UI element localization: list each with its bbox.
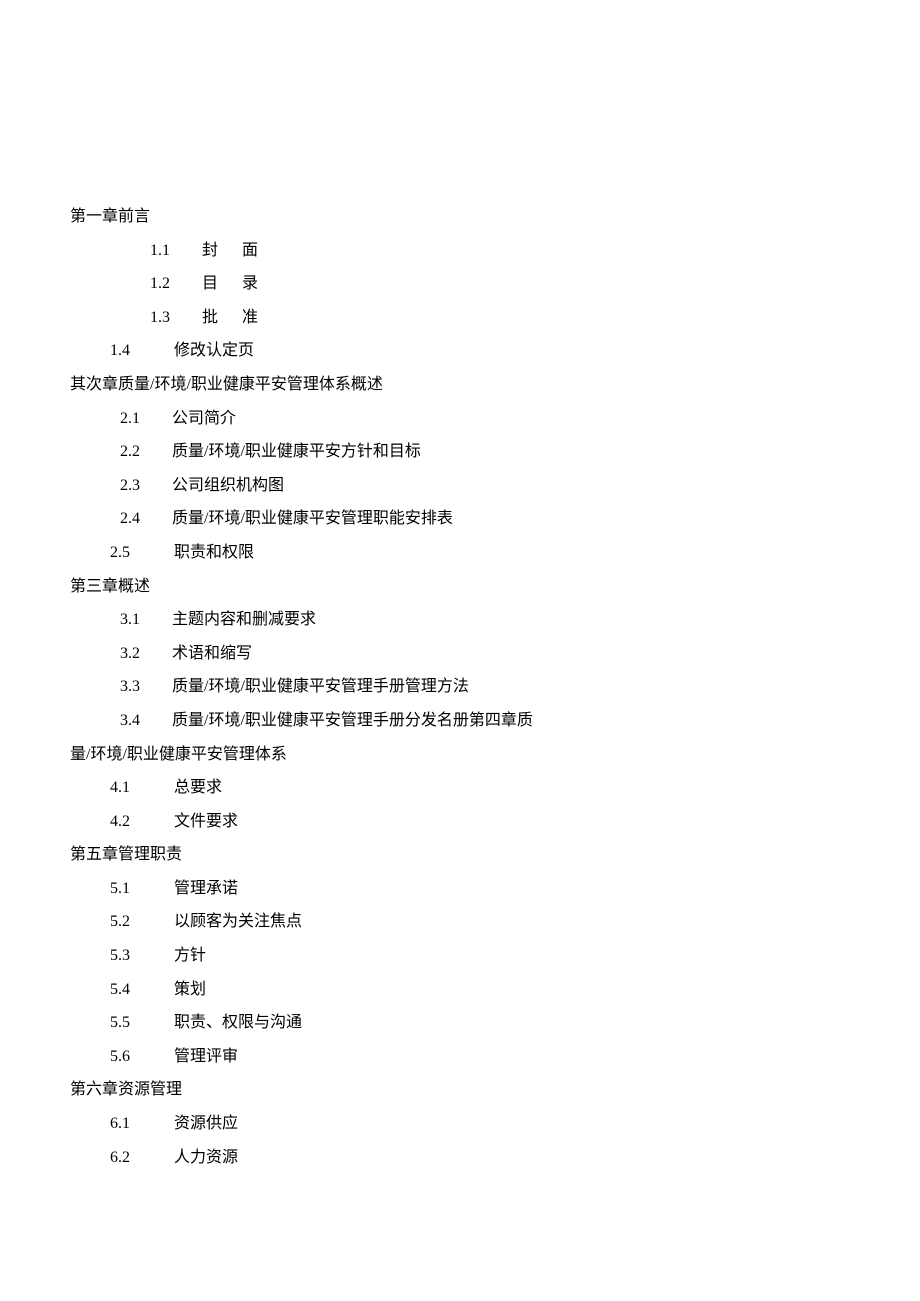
toc-item: 6.2 人力资源 xyxy=(70,1141,850,1175)
toc-item: 5.5 职责、权限与沟通 xyxy=(70,1006,850,1040)
item-text: 质量/环境/职业健康平安管理手册管理方法 xyxy=(172,678,469,695)
item-number: 3.2 xyxy=(120,637,160,671)
item-number: 2.3 xyxy=(120,469,160,503)
item-number: 5.3 xyxy=(110,939,150,973)
item-text: 主题内容和删减要求 xyxy=(172,611,316,628)
toc-item: 2.2 质量/环境/职业健康平安方针和目标 xyxy=(70,435,850,469)
item-text: 管理承诺 xyxy=(174,880,238,897)
item-text: 公司组织机构图 xyxy=(172,477,284,494)
document-page: 第一章前言 1.1 封面 1.2 目录 1.3 批准 1.4 修改认定页 其次章质量/环… xyxy=(0,0,920,1234)
item-text: 质量/环境/职业健康平安管理职能安排表 xyxy=(172,510,453,527)
item-text: 公司简介 xyxy=(172,410,236,427)
toc-item: 2.4 质量/环境/职业健康平安管理职能安排表 xyxy=(70,502,850,536)
item-text: 文件要求 xyxy=(174,813,238,830)
toc-item: 3.1 主题内容和删减要求 xyxy=(70,603,850,637)
item-number: 4.2 xyxy=(110,805,150,839)
toc-item: 2.5 职责和权限 xyxy=(70,536,850,570)
item-number: 4.1 xyxy=(110,771,150,805)
item-text: 目录 xyxy=(202,275,282,292)
toc-item: 5.1 管理承诺 xyxy=(70,872,850,906)
item-number: 1.4 xyxy=(110,334,150,368)
item-text: 管理评审 xyxy=(174,1048,238,1065)
toc-item: 1.4 修改认定页 xyxy=(70,334,850,368)
toc-item: 5.3 方针 xyxy=(70,939,850,973)
toc-item: 1.2 目录 xyxy=(70,267,850,301)
item-text: 术语和缩写 xyxy=(172,645,252,662)
toc-item: 2.1 公司简介 xyxy=(70,402,850,436)
toc-item: 6.1 资源供应 xyxy=(70,1107,850,1141)
item-number: 5.5 xyxy=(110,1006,150,1040)
item-number: 1.3 xyxy=(150,301,190,335)
chapter-heading: 其次章质量/环境/职业健康平安管理体系概述 xyxy=(70,368,850,402)
toc-item: 3.4 质量/环境/职业健康平安管理手册分发名册第四章质 xyxy=(70,704,850,738)
chapter-heading: 第五章管理职责 xyxy=(70,838,850,872)
toc-item: 4.1 总要求 xyxy=(70,771,850,805)
item-number: 2.4 xyxy=(120,502,160,536)
chapter-heading: 第三章概述 xyxy=(70,570,850,604)
item-number: 2.5 xyxy=(110,536,150,570)
chapter-heading: 第一章前言 xyxy=(70,200,850,234)
item-text: 修改认定页 xyxy=(174,342,254,359)
toc-item: 2.3 公司组织机构图 xyxy=(70,469,850,503)
item-text: 封面 xyxy=(202,242,282,259)
item-number: 5.1 xyxy=(110,872,150,906)
item-number: 3.1 xyxy=(120,603,160,637)
toc-item: 1.1 封面 xyxy=(70,234,850,268)
item-number: 3.4 xyxy=(120,704,160,738)
item-text: 质量/环境/职业健康平安管理手册分发名册第四章质 xyxy=(172,712,533,729)
item-number: 3.3 xyxy=(120,670,160,704)
item-text: 以顾客为关注焦点 xyxy=(174,913,302,930)
toc-item: 4.2 文件要求 xyxy=(70,805,850,839)
item-text: 职责和权限 xyxy=(174,544,254,561)
toc-item: 5.4 策划 xyxy=(70,973,850,1007)
toc-item: 1.3 批准 xyxy=(70,301,850,335)
item-text: 质量/环境/职业健康平安方针和目标 xyxy=(172,443,421,460)
item-number: 1.2 xyxy=(150,267,190,301)
item-number: 5.2 xyxy=(110,905,150,939)
item-text: 方针 xyxy=(174,947,206,964)
item-text: 资源供应 xyxy=(174,1115,238,1132)
chapter-heading: 第六章资源管理 xyxy=(70,1073,850,1107)
item-number: 1.1 xyxy=(150,234,190,268)
toc-item: 3.3 质量/环境/职业健康平安管理手册管理方法 xyxy=(70,670,850,704)
item-text: 人力资源 xyxy=(174,1149,238,1166)
item-text: 策划 xyxy=(174,981,206,998)
item-number: 6.1 xyxy=(110,1107,150,1141)
item-number: 2.2 xyxy=(120,435,160,469)
item-number: 5.6 xyxy=(110,1040,150,1074)
item-text: 批准 xyxy=(202,309,282,326)
item-text: 职责、权限与沟通 xyxy=(174,1014,302,1031)
item-text: 总要求 xyxy=(174,779,222,796)
item-number: 2.1 xyxy=(120,402,160,436)
chapter-heading-continuation: 量/环境/职业健康平安管理体系 xyxy=(70,738,850,772)
toc-item: 3.2 术语和缩写 xyxy=(70,637,850,671)
toc-item: 5.6 管理评审 xyxy=(70,1040,850,1074)
item-number: 5.4 xyxy=(110,973,150,1007)
toc-item: 5.2 以顾客为关注焦点 xyxy=(70,905,850,939)
item-number: 6.2 xyxy=(110,1141,150,1175)
